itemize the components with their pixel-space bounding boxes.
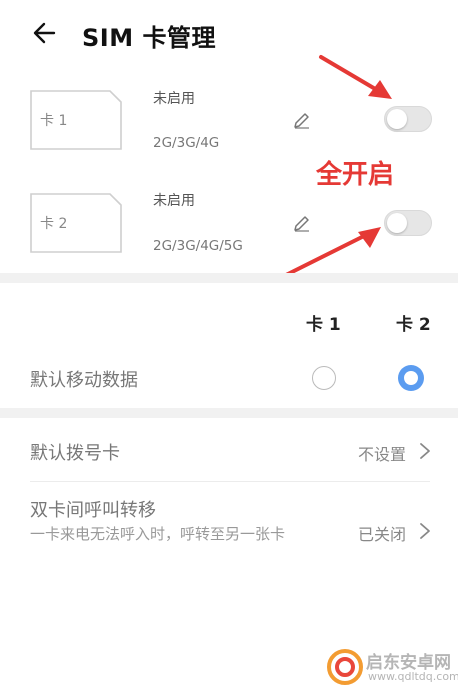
watermark-logo-icon (327, 649, 363, 685)
annotation-arrows (274, 55, 392, 282)
column-header-sim2: 卡 2 (396, 315, 431, 335)
default-data-label: 默认移动数据 (30, 370, 138, 391)
call-forward-value: 已关闭 (358, 525, 407, 544)
section-divider (0, 273, 458, 283)
section-divider (0, 408, 458, 418)
default-dial-label: 默认拨号卡 (30, 443, 120, 464)
watermark-url: www.qdltdq.com (368, 670, 458, 683)
column-header-sim1: 卡 1 (306, 315, 341, 335)
chevron-right-icon (420, 523, 430, 539)
default-data-sim2-radio[interactable] (398, 365, 424, 391)
watermark: 启东安卓网 www.qdltdq.com (326, 646, 458, 688)
default-dial-value: 不设置 (358, 445, 407, 464)
call-forward-label: 双卡间呼叫转移 (30, 500, 156, 521)
call-forward-description: 一卡来电无法呼入时，呼转至另一张卡 (30, 525, 286, 543)
chevron-right-icon (420, 443, 430, 459)
default-data-sim1-radio[interactable] (312, 366, 336, 390)
row-divider-line (30, 481, 430, 482)
arrow-to-toggle-1-icon (319, 55, 392, 99)
